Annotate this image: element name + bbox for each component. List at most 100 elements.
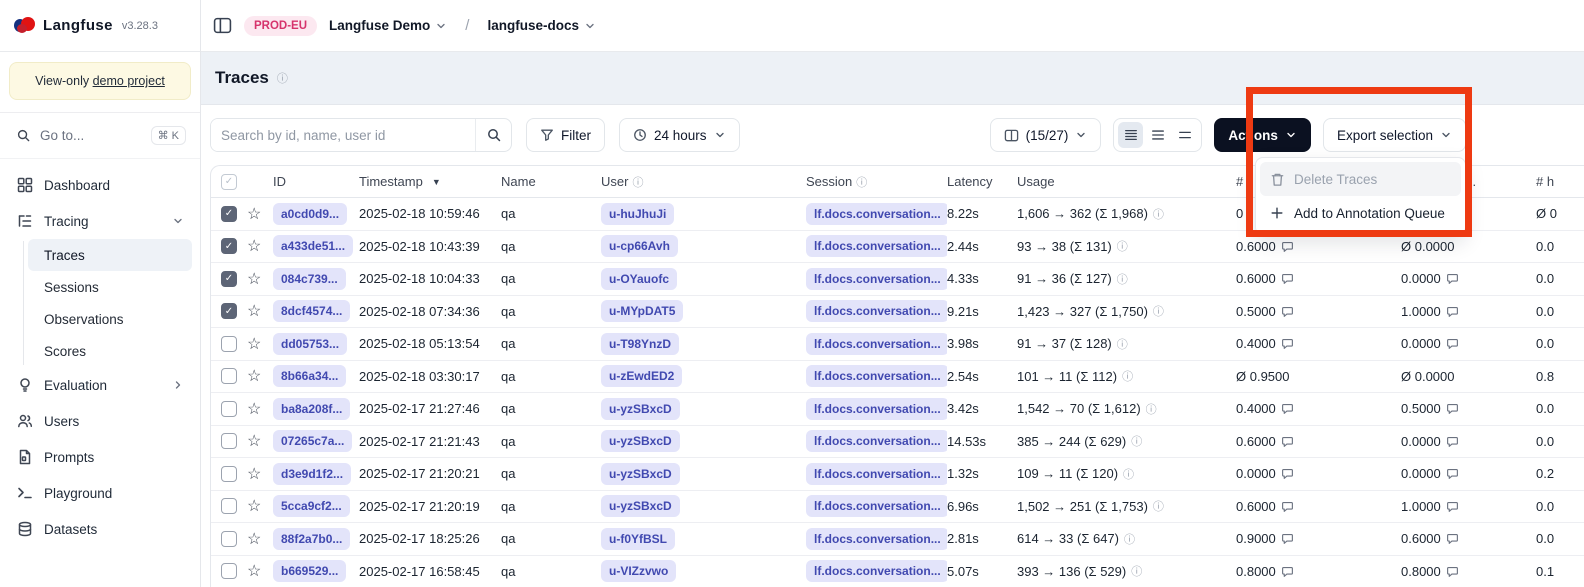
row-checkbox[interactable]: ✓ bbox=[221, 368, 237, 384]
trace-id-badge[interactable]: d3e9d1f2... bbox=[273, 463, 351, 485]
user-id-badge[interactable]: u-f0YfBSL bbox=[601, 528, 675, 550]
org-breadcrumb[interactable]: Langfuse Demo bbox=[329, 18, 447, 33]
filter-button[interactable]: Filter bbox=[526, 118, 605, 152]
row-checkbox[interactable]: ✓ bbox=[221, 401, 237, 417]
row-checkbox[interactable]: ✓ bbox=[221, 466, 237, 482]
trace-id-badge[interactable]: 084c739... bbox=[273, 268, 346, 290]
column-header-user[interactable]: Userⓘ bbox=[601, 174, 806, 190]
trace-id-badge[interactable]: ba8a208f... bbox=[273, 398, 350, 420]
column-header-latency[interactable]: Latency bbox=[947, 174, 1017, 189]
table-row[interactable]: ✓ ☆ 88f2a7b0... 2025-02-17 18:25:26 qa u… bbox=[211, 523, 1584, 556]
columns-button[interactable]: (15/27) bbox=[990, 118, 1102, 152]
trace-id-badge[interactable]: dd05753... bbox=[273, 333, 347, 355]
row-height-small-icon[interactable] bbox=[1118, 122, 1143, 148]
sidebar-item-sessions[interactable]: Sessions bbox=[28, 271, 192, 303]
goto-search[interactable]: Go to... ⌘ K bbox=[0, 113, 200, 159]
row-checkbox[interactable]: ✓ bbox=[221, 206, 237, 222]
export-selection-button[interactable]: Export selection bbox=[1323, 118, 1466, 152]
bookmark-star-icon[interactable]: ☆ bbox=[247, 431, 273, 451]
table-row[interactable]: ✓ ☆ dd05753... 2025-02-18 05:13:54 qa u-… bbox=[211, 328, 1584, 361]
trace-id-badge[interactable]: 07265c7a... bbox=[273, 430, 352, 452]
row-checkbox[interactable]: ✓ bbox=[221, 433, 237, 449]
project-breadcrumb[interactable]: langfuse-docs bbox=[487, 18, 596, 33]
search-icon[interactable] bbox=[475, 119, 511, 151]
bookmark-star-icon[interactable]: ☆ bbox=[247, 464, 273, 484]
session-id-badge[interactable]: lf.docs.conversation... bbox=[806, 560, 947, 582]
user-id-badge[interactable]: u-huJhuJi bbox=[601, 203, 674, 225]
column-header-session[interactable]: Sessionⓘ bbox=[806, 174, 947, 190]
session-id-badge[interactable]: lf.docs.conversation... bbox=[806, 235, 947, 257]
sidebar-item-users[interactable]: Users bbox=[8, 403, 192, 439]
bookmark-star-icon[interactable]: ☆ bbox=[247, 496, 273, 516]
actions-button[interactable]: Actions bbox=[1214, 118, 1311, 152]
user-id-badge[interactable]: u-T98YnzD bbox=[601, 333, 679, 355]
select-all-checkbox[interactable]: ✓ bbox=[221, 174, 237, 190]
table-row[interactable]: ✓ ☆ b669529... 2025-02-17 16:58:45 qa u-… bbox=[211, 556, 1584, 587]
session-id-badge[interactable]: lf.docs.conversation... bbox=[806, 463, 947, 485]
trace-id-badge[interactable]: a433de51... bbox=[273, 235, 353, 257]
session-id-badge[interactable]: lf.docs.conversation... bbox=[806, 430, 947, 452]
trace-id-badge[interactable]: 8b66a34... bbox=[273, 365, 346, 387]
table-row[interactable]: ✓ ☆ 8dcf4574... 2025-02-18 07:34:36 qa u… bbox=[211, 296, 1584, 329]
sidebar-item-playground[interactable]: Playground bbox=[8, 475, 192, 511]
session-id-badge[interactable]: lf.docs.conversation... bbox=[806, 268, 947, 290]
table-row[interactable]: ✓ ☆ a433de51... 2025-02-18 10:43:39 qa u… bbox=[211, 231, 1584, 264]
row-checkbox[interactable]: ✓ bbox=[221, 271, 237, 287]
bookmark-star-icon[interactable]: ☆ bbox=[247, 334, 273, 354]
time-range-button[interactable]: 24 hours bbox=[619, 118, 740, 152]
column-header-usage[interactable]: Usage bbox=[1017, 174, 1236, 189]
bookmark-star-icon[interactable]: ☆ bbox=[247, 366, 273, 386]
column-header-name[interactable]: Name bbox=[501, 174, 601, 189]
bookmark-star-icon[interactable]: ☆ bbox=[247, 399, 273, 419]
user-id-badge[interactable]: u-yzSBxcD bbox=[601, 430, 680, 452]
row-checkbox[interactable]: ✓ bbox=[221, 336, 237, 352]
sidebar-item-tracing[interactable]: Tracing bbox=[8, 203, 192, 239]
session-id-badge[interactable]: lf.docs.conversation... bbox=[806, 398, 947, 420]
bookmark-star-icon[interactable]: ☆ bbox=[247, 561, 273, 581]
demo-project-link[interactable]: demo project bbox=[93, 74, 165, 88]
trace-id-badge[interactable]: b669529... bbox=[273, 560, 346, 582]
sidebar-item-datasets[interactable]: Datasets bbox=[8, 511, 192, 547]
trace-id-badge[interactable]: a0cd0d9... bbox=[273, 203, 347, 225]
user-id-badge[interactable]: u-cp66Avh bbox=[601, 235, 678, 257]
table-row[interactable]: ✓ ☆ 5cca9cf2... 2025-02-17 21:20:19 qa u… bbox=[211, 491, 1584, 524]
menu-item-add-to-annotation-queue[interactable]: Add to Annotation Queue bbox=[1260, 196, 1461, 230]
row-checkbox[interactable]: ✓ bbox=[221, 498, 237, 514]
trace-id-badge[interactable]: 8dcf4574... bbox=[273, 300, 350, 322]
column-header-id[interactable]: ID bbox=[273, 174, 359, 189]
menu-item-delete-traces[interactable]: Delete Traces bbox=[1260, 162, 1461, 196]
column-header-timestamp[interactable]: Timestamp▼ bbox=[359, 174, 501, 189]
row-checkbox[interactable]: ✓ bbox=[221, 531, 237, 547]
search-input[interactable] bbox=[211, 119, 475, 151]
session-id-badge[interactable]: lf.docs.conversation... bbox=[806, 495, 947, 517]
column-header-score3[interactable]: # h bbox=[1536, 174, 1584, 189]
bookmark-star-icon[interactable]: ☆ bbox=[247, 301, 273, 321]
table-row[interactable]: ✓ ☆ d3e9d1f2... 2025-02-17 21:20:21 qa u… bbox=[211, 458, 1584, 491]
user-id-badge[interactable]: u-yzSBxcD bbox=[601, 495, 680, 517]
table-row[interactable]: ✓ ☆ 8b66a34... 2025-02-18 03:30:17 qa u-… bbox=[211, 361, 1584, 394]
sidebar-item-evaluation[interactable]: Evaluation bbox=[8, 367, 192, 403]
table-row[interactable]: ✓ ☆ 084c739... 2025-02-18 10:04:33 qa u-… bbox=[211, 263, 1584, 296]
user-id-badge[interactable]: u-yzSBxcD bbox=[601, 398, 680, 420]
user-id-badge[interactable]: u-VIZzvwo bbox=[601, 560, 676, 582]
table-row[interactable]: ✓ ☆ 07265c7a... 2025-02-17 21:21:43 qa u… bbox=[211, 426, 1584, 459]
user-id-badge[interactable]: u-zEwdED2 bbox=[601, 365, 682, 387]
session-id-badge[interactable]: lf.docs.conversation... bbox=[806, 203, 947, 225]
bookmark-star-icon[interactable]: ☆ bbox=[247, 236, 273, 256]
user-id-badge[interactable]: u-yzSBxcD bbox=[601, 463, 680, 485]
row-height-medium-icon[interactable] bbox=[1145, 122, 1170, 148]
sidebar-toggle-icon[interactable] bbox=[213, 16, 232, 35]
session-id-badge[interactable]: lf.docs.conversation... bbox=[806, 365, 947, 387]
sidebar-item-dashboard[interactable]: Dashboard bbox=[8, 167, 192, 203]
user-id-badge[interactable]: u-MYpDAT5 bbox=[601, 300, 683, 322]
session-id-badge[interactable]: lf.docs.conversation... bbox=[806, 333, 947, 355]
row-height-large-icon[interactable] bbox=[1172, 122, 1197, 148]
bookmark-star-icon[interactable]: ☆ bbox=[247, 269, 273, 289]
session-id-badge[interactable]: lf.docs.conversation... bbox=[806, 300, 947, 322]
row-checkbox[interactable]: ✓ bbox=[221, 563, 237, 579]
sidebar-item-scores[interactable]: Scores bbox=[28, 335, 192, 367]
trace-id-badge[interactable]: 88f2a7b0... bbox=[273, 528, 350, 550]
sidebar-item-traces[interactable]: Traces bbox=[28, 239, 192, 271]
table-row[interactable]: ✓ ☆ ba8a208f... 2025-02-17 21:27:46 qa u… bbox=[211, 393, 1584, 426]
bookmark-star-icon[interactable]: ☆ bbox=[247, 529, 273, 549]
